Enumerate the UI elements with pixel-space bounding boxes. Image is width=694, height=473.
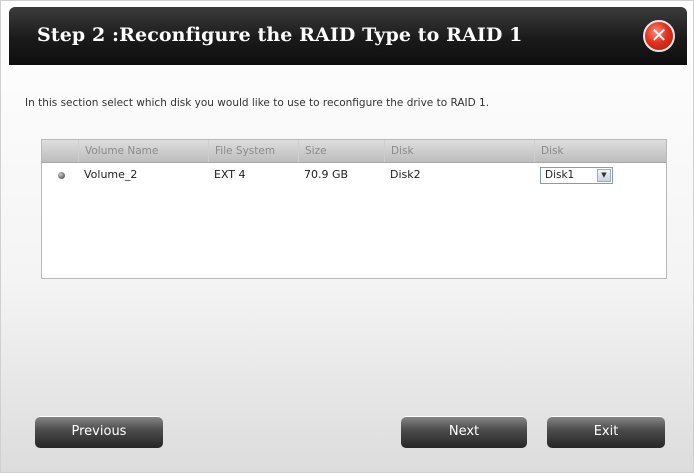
table-header: Volume Name File System Size Disk Disk [42,140,666,163]
header-volume-name[interactable]: Volume Name [78,140,208,162]
cell-size: 70.9 GB [304,168,349,181]
header-size[interactable]: Size [298,140,384,162]
volume-table: Volume Name File System Size Disk Disk V… [41,139,667,279]
dialog-title: Step 2 :Reconfigure the RAID Type to RAI… [37,24,523,46]
close-icon[interactable]: ✕ [643,20,675,52]
raid-wizard-dialog: Step 2 :Reconfigure the RAID Type to RAI… [0,0,694,473]
exit-button[interactable]: Exit [547,416,665,448]
row-radio-button[interactable] [58,172,65,179]
cell-volume-name: Volume_2 [84,168,138,181]
disk-select-value: Disk1 [545,169,575,181]
header-select [42,140,78,162]
cell-file-system: EXT 4 [214,168,246,181]
header-file-system[interactable]: File System [208,140,298,162]
dialog-title-bar: Step 2 :Reconfigure the RAID Type to RAI… [9,7,687,65]
chevron-down-icon[interactable]: ▼ [597,169,611,182]
next-button[interactable]: Next [401,416,527,448]
disk-select-dropdown[interactable]: Disk1 ▼ [540,167,613,184]
header-disk-select[interactable]: Disk [534,140,666,162]
header-disk[interactable]: Disk [384,140,534,162]
table-row[interactable]: Volume_2 EXT 4 70.9 GB Disk2 Disk1 ▼ [42,163,666,187]
cell-disk: Disk2 [390,168,421,181]
previous-button[interactable]: Previous [35,416,163,448]
instructions-text: In this section select which disk you wo… [25,97,490,109]
